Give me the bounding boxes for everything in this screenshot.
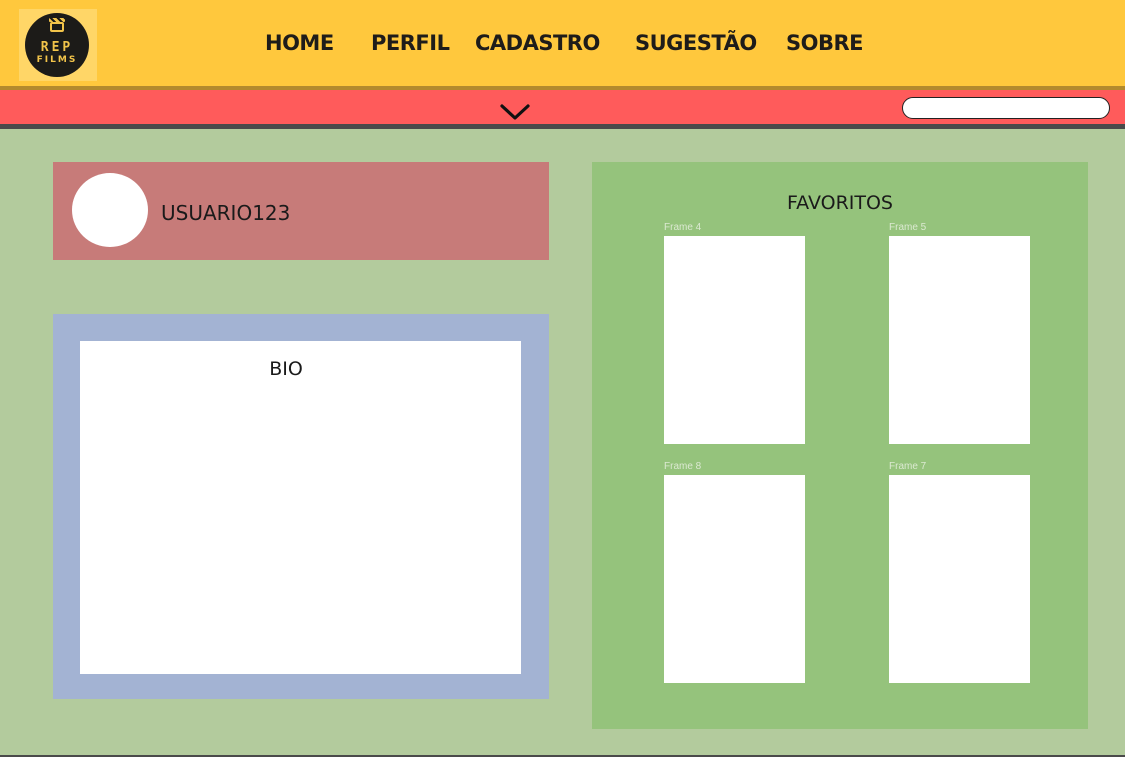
user-card: USUARIO123 [53, 162, 549, 260]
username: USUARIO123 [161, 201, 291, 225]
favorite-frame-2[interactable] [889, 236, 1030, 444]
bio-textbox[interactable]: BIO [80, 341, 521, 674]
logo[interactable]: REP FILMS [19, 9, 97, 81]
search-input[interactable] [902, 97, 1110, 119]
top-nav-bar: REP FILMS HOME PERFIL CADASTRO SUGESTÃO … [0, 0, 1125, 86]
avatar[interactable] [72, 173, 148, 247]
frame-label: Frame 7 [889, 461, 927, 472]
favorites-panel: FAVORITOS Frame 4 Frame 5 Frame 8 Frame … [592, 162, 1088, 729]
logo-text-films: FILMS [36, 55, 78, 65]
nav-perfil[interactable]: PERFIL [371, 29, 450, 57]
nav-cadastro[interactable]: CADASTRO [475, 29, 600, 57]
frame-label: Frame 5 [889, 222, 927, 233]
favorites-title: FAVORITOS [786, 192, 893, 214]
favorite-frame-1[interactable] [664, 236, 805, 444]
bio-panel: BIO [53, 314, 549, 699]
subbar-divider [0, 124, 1125, 129]
bio-title: BIO [269, 358, 303, 380]
frame-label: Frame 8 [664, 461, 702, 472]
favorite-frame-4[interactable] [889, 475, 1030, 683]
chevron-down-icon[interactable] [499, 100, 531, 122]
favorite-frame-3[interactable] [664, 475, 805, 683]
nav-home[interactable]: HOME [265, 29, 334, 57]
clapperboard-icon [49, 18, 65, 32]
frame-label: Frame 4 [664, 222, 702, 233]
logo-badge: REP FILMS [25, 13, 89, 77]
nav-sobre[interactable]: SOBRE [786, 29, 864, 57]
nav-sugestao[interactable]: SUGESTÃO [635, 29, 757, 57]
logo-text-rep: REP [40, 40, 74, 55]
